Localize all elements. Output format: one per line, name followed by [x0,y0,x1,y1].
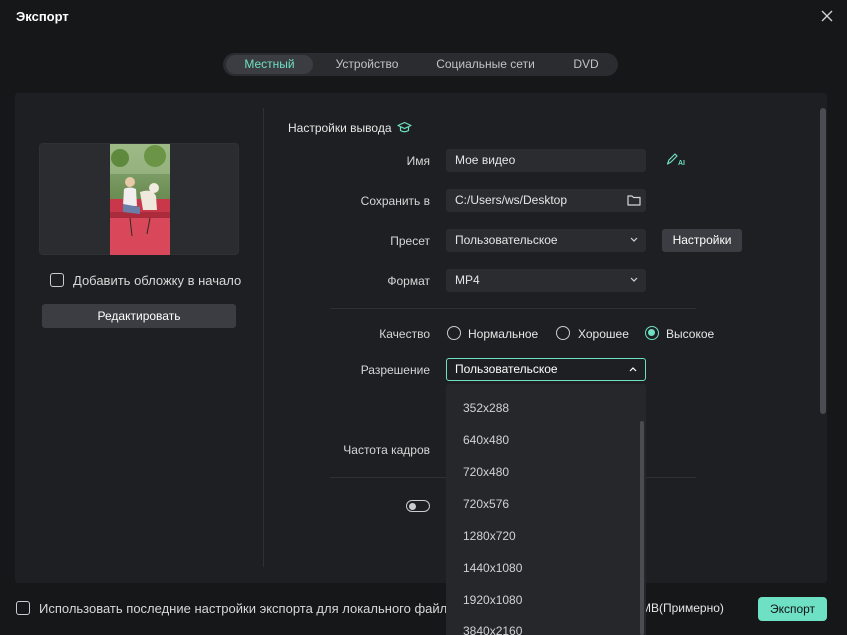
name-input[interactable]: Мое видео [446,149,646,172]
window-title: Экспорт [16,9,69,24]
preset-settings-button[interactable]: Настройки [662,229,742,252]
resolution-option[interactable]: 640x480 [463,433,509,447]
format-label: Формат [387,274,430,288]
resolution-option[interactable]: 720x480 [463,465,509,479]
tab-local[interactable]: Местный [226,55,313,74]
format-select[interactable]: MP4 [446,269,646,292]
use-last-settings-checkbox[interactable] [16,601,30,615]
title-bar: Экспорт [0,0,847,34]
resolution-option[interactable]: 720x576 [463,497,509,511]
resolution-dropdown: 352x288 640x480 720x480 720x576 1280x720… [446,384,646,635]
chevron-down-icon [630,237,638,242]
video-thumbnail [110,144,170,255]
chevron-down-icon [630,277,638,282]
resolution-value: Пользовательское [455,362,558,376]
save-to-path: C:/Users/ws/Desktop [455,193,568,207]
dropdown-scrollbar[interactable] [640,421,644,635]
resolution-option[interactable]: 352x288 [463,401,509,415]
add-cover-checkbox[interactable] [50,273,64,287]
quality-good-radio[interactable] [556,326,570,340]
section-title: Настройки вывода [288,121,392,135]
close-icon[interactable] [819,8,835,24]
folder-icon[interactable] [627,193,641,207]
resolution-option[interactable]: 3840x2160 [463,624,522,635]
panel-scrollbar[interactable] [820,108,826,414]
preset-select[interactable]: Пользовательское [446,229,646,252]
quality-good-label: Хорошее [578,327,629,341]
svg-text:AI: AI [678,160,685,166]
tab-social[interactable]: Социальные сети [423,55,548,74]
quality-high-label: Высокое [666,327,715,341]
save-to-input[interactable]: C:/Users/ws/Desktop [446,189,646,212]
quality-label: Качество [379,327,430,341]
save-to-label: Сохранить в [360,194,430,208]
quality-normal-label: Нормальное [468,327,539,341]
preset-label: Пресет [390,234,430,248]
toggle-switch[interactable] [406,500,430,512]
settings-divider [330,308,696,309]
ai-rename-icon[interactable]: AI [666,152,686,166]
tab-device[interactable]: Устройство [323,55,411,74]
use-last-settings-label: Использовать последние настройки экспорт… [39,601,455,616]
edit-button[interactable]: Редактировать [42,304,236,328]
resolution-option[interactable]: 1440x1080 [463,561,522,575]
export-tabs: Местный Устройство Социальные сети DVD [223,53,618,76]
resolution-label: Разрешение [360,363,430,377]
resolution-option[interactable]: 1280x720 [463,529,516,543]
resolution-select[interactable]: Пользовательское [446,358,646,381]
graduation-cap-icon[interactable] [397,121,412,134]
quality-normal-radio[interactable] [447,326,461,340]
resolution-option[interactable]: 1920x1080 [463,593,522,607]
format-value: MP4 [455,273,480,287]
chevron-up-icon [629,367,637,372]
name-label: Имя [406,154,430,168]
quality-high-radio[interactable] [645,326,659,340]
column-divider [263,108,264,567]
preview-box [39,143,239,255]
estimated-size: MB(Примерно) [641,601,724,615]
add-cover-label: Добавить обложку в начало [73,273,242,288]
tab-dvd[interactable]: DVD [560,55,612,74]
preset-value: Пользовательское [455,233,558,247]
export-button[interactable]: Экспорт [758,597,827,621]
frame-rate-label: Частота кадров [343,443,430,457]
